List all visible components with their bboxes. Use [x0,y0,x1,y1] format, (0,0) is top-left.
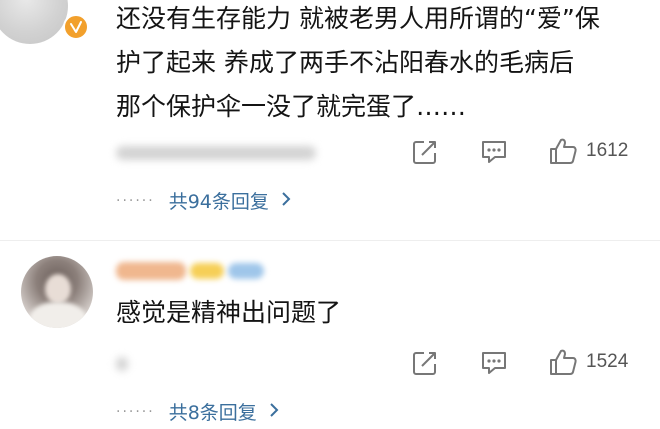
comment-icon[interactable] [480,350,508,376]
comment-icon[interactable] [480,139,508,165]
reply-dots: ······ [116,192,155,209]
divider [0,240,660,241]
chevron-right-icon [269,401,279,423]
comment-text-line: 护了起来 养成了两手不沾阳春水的毛病后 [116,48,574,77]
like-count: 1612 [586,140,629,161]
share-icon[interactable] [412,139,438,165]
like-count: 1524 [586,351,629,372]
like-button[interactable]: 1524 [548,347,628,377]
like-button[interactable]: 1612 [548,136,628,166]
avatar[interactable] [21,256,93,328]
thumbs-up-icon [548,347,578,377]
reply-dots: ······ [116,403,155,420]
username-blurred[interactable] [116,262,266,282]
chevron-right-icon [281,190,291,212]
comment-text-line: 感觉是精神出问题了 [116,298,342,327]
comment-text-line: 还没有生存能力 就被老男人用所谓的“爱”保 [116,4,600,33]
comment-meta-blurred [116,146,316,160]
view-replies-link[interactable]: ······ 共94条回复 [116,187,291,214]
view-replies-link[interactable]: ······ 共8条回复 [116,398,279,425]
avatar[interactable] [0,0,68,44]
share-icon[interactable] [412,350,438,376]
thumbs-up-icon [548,136,578,166]
comment-meta-blurred [116,357,128,371]
v-badge-icon [63,14,89,40]
replies-label: 共94条回复 [168,191,269,213]
comment-text-line: 那个保护伞一没了就完蛋了…… [116,92,467,121]
replies-label: 共8条回复 [168,402,257,424]
